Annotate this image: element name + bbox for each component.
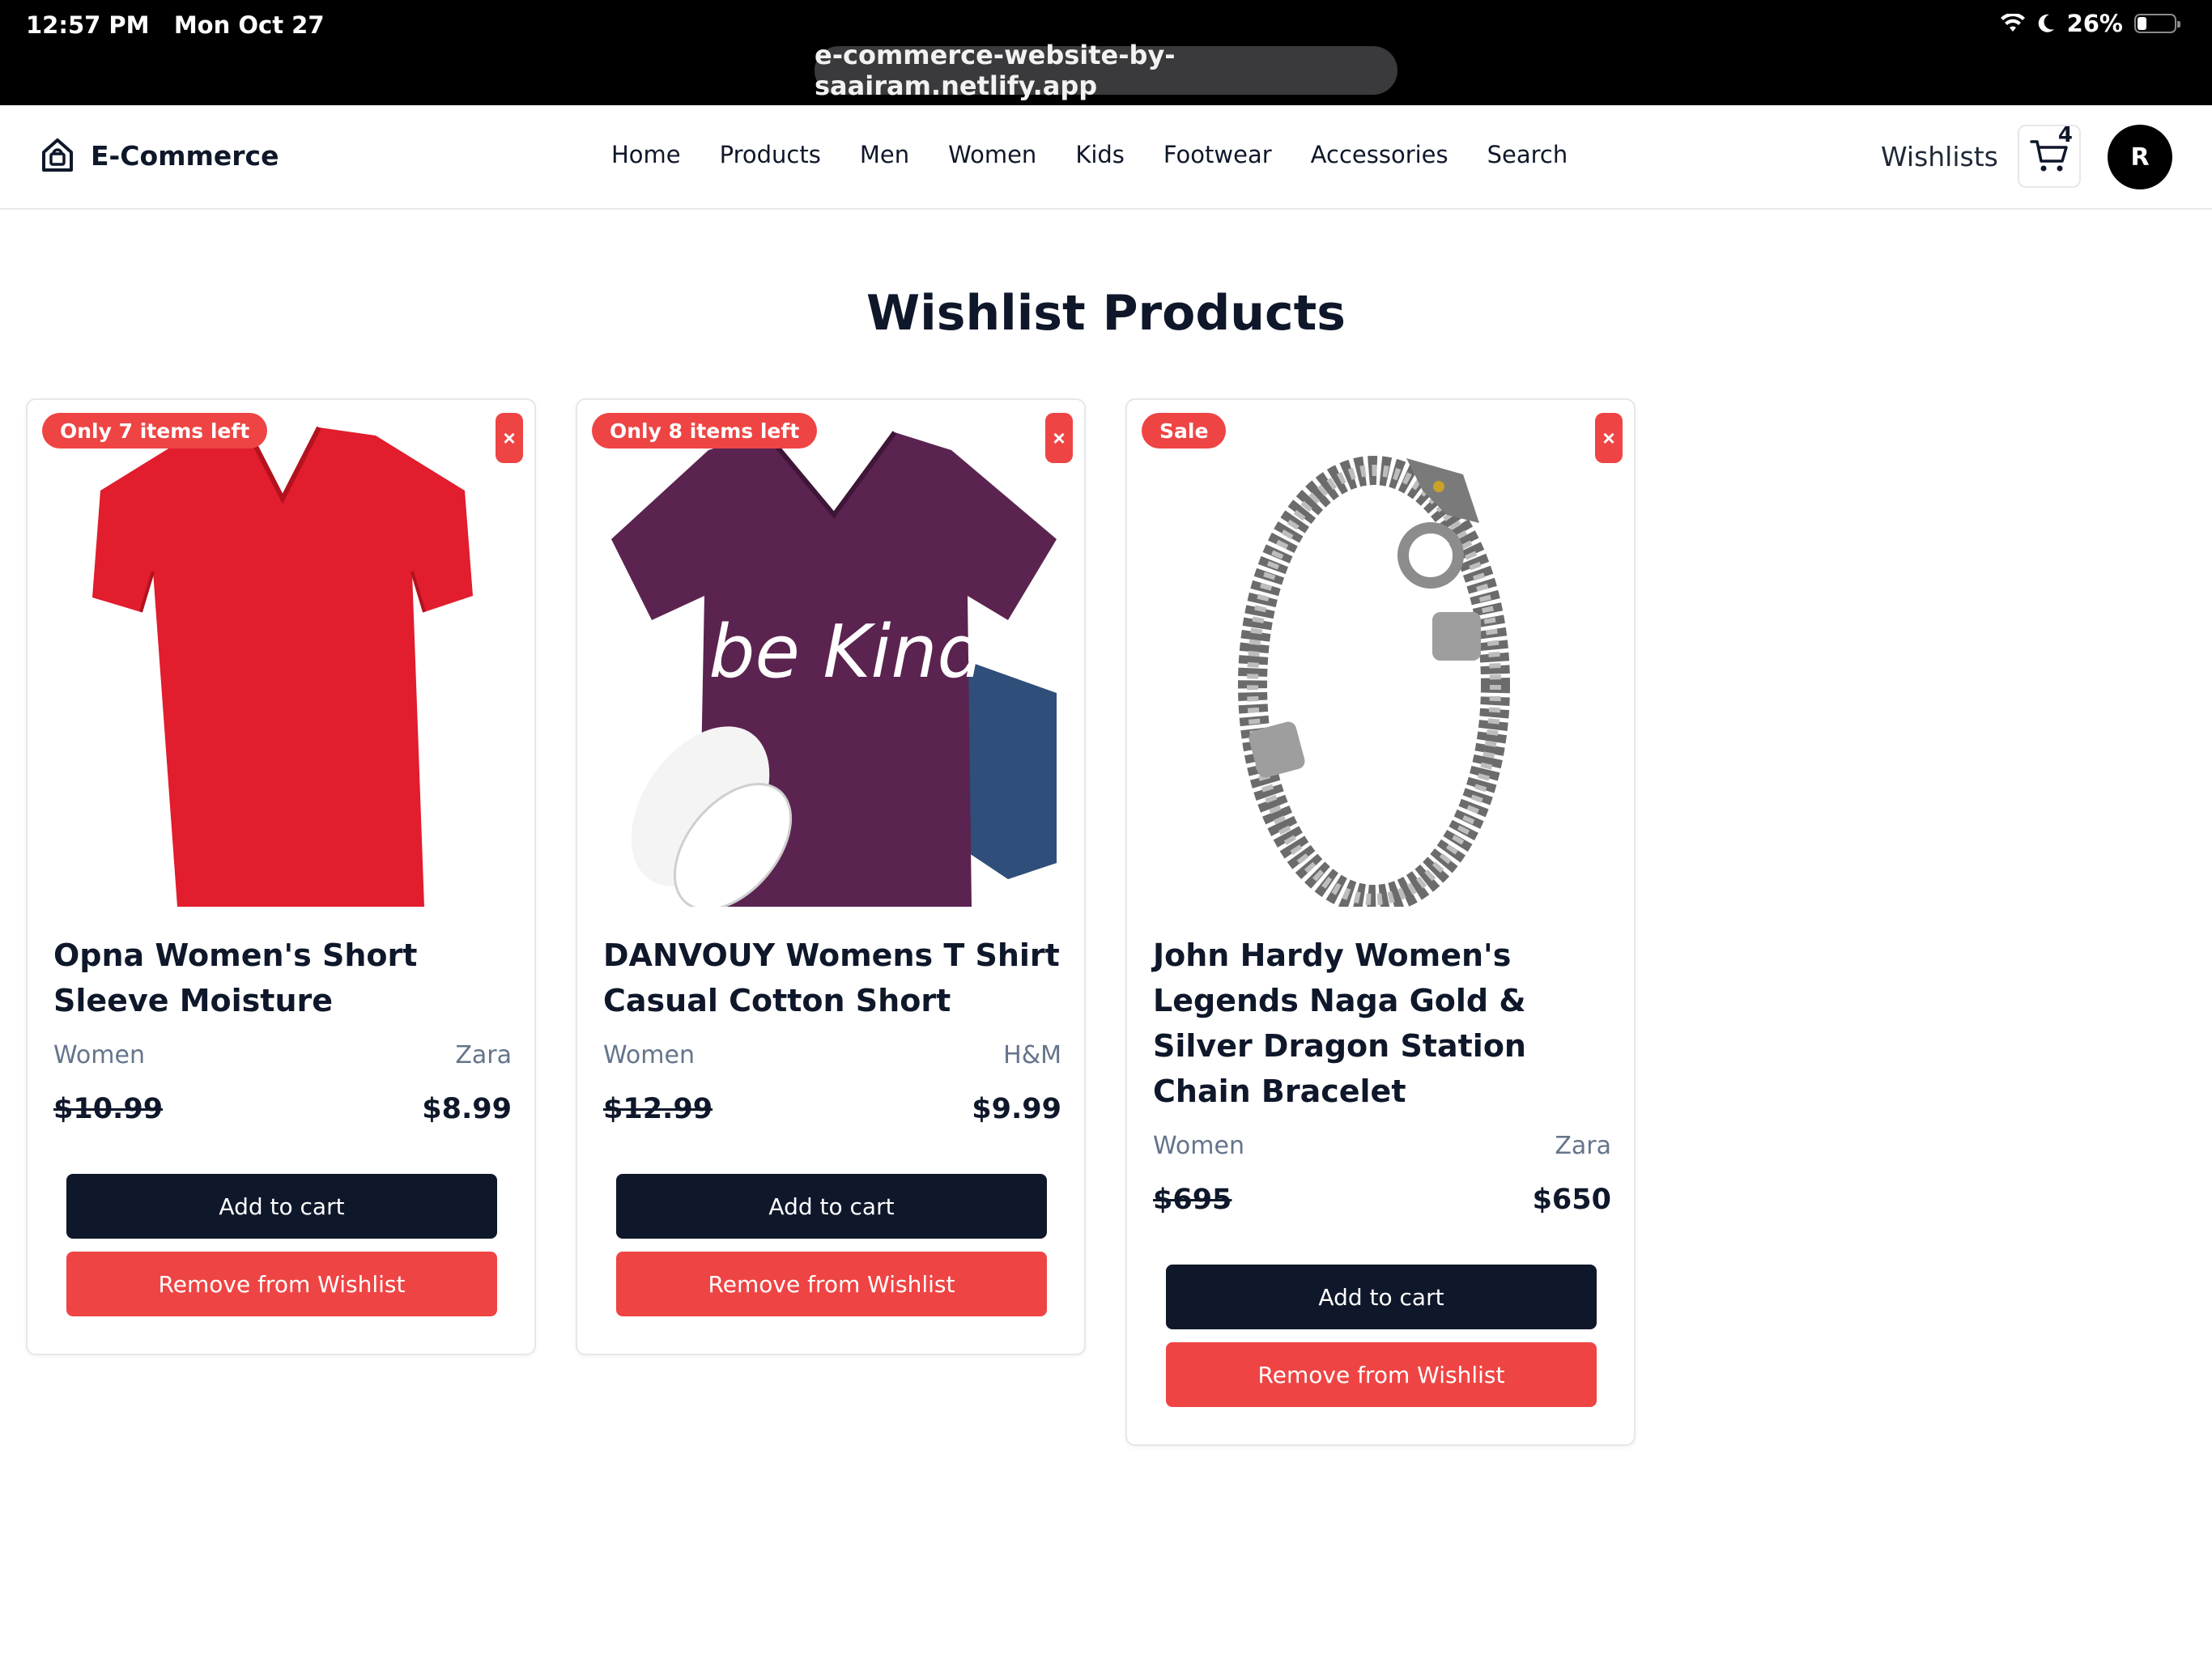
- battery-icon: [2134, 14, 2180, 33]
- url-bar[interactable]: e-commerce-website-by-saairam.netlify.ap…: [815, 40, 1397, 101]
- cart-button[interactable]: 4: [2018, 123, 2081, 188]
- product-brand: Zara: [1555, 1132, 1611, 1160]
- product-category: Women: [53, 1041, 145, 1069]
- nav-products[interactable]: Products: [720, 141, 821, 168]
- status-indicators: 26%: [2000, 10, 2180, 37]
- product-meta: Women H&M: [603, 1041, 1061, 1069]
- shopping-bag-home-icon: [42, 138, 73, 172]
- product-brand: H&M: [1003, 1041, 1061, 1069]
- cart-count-badge: 4: [2057, 123, 2073, 147]
- product-prices: $695 $650: [1153, 1184, 1611, 1216]
- nav-kids[interactable]: Kids: [1075, 141, 1125, 168]
- status-bar: 12:57 PM Mon Oct 27 e-commerce-website-b…: [0, 0, 2212, 105]
- product-title: John Hardy Women's Legends Naga Gold & S…: [1153, 937, 1526, 1109]
- dragon-bracelet-image: [1238, 456, 1510, 907]
- current-price: $650: [1532, 1184, 1611, 1216]
- purple-tshirt-image: be Kind: [611, 431, 1057, 907]
- nav-search[interactable]: Search: [1487, 141, 1568, 168]
- main-nav: Home Products Men Women Kids Footwear Ac…: [611, 141, 1568, 168]
- nav-women[interactable]: Women: [948, 141, 1036, 168]
- status-time-date: 12:57 PM Mon Oct 27: [26, 11, 325, 39]
- brand-name: E-Commerce: [91, 139, 279, 172]
- status-date: Mon Oct 27: [173, 11, 325, 39]
- nav-men[interactable]: Men: [860, 141, 909, 168]
- product-brand: Zara: [455, 1041, 512, 1069]
- product-meta: Women Zara: [1153, 1132, 1611, 1160]
- remove-x-button[interactable]: ×: [1595, 413, 1623, 463]
- product-image-bracelet[interactable]: [1153, 426, 1611, 907]
- user-avatar[interactable]: R: [2108, 125, 2172, 189]
- product-title: DANVOUY Womens T Shirt Casual Cotton Sho…: [603, 937, 1060, 1018]
- product-image-purple-tshirt[interactable]: be Kind: [603, 426, 1061, 907]
- remove-x-button[interactable]: ×: [1045, 413, 1073, 463]
- add-to-cart-button[interactable]: Add to cart: [616, 1174, 1047, 1239]
- nav-footwear[interactable]: Footwear: [1163, 141, 1272, 168]
- product-category: Women: [603, 1041, 695, 1069]
- stock-badge: Only 8 items left: [592, 413, 818, 449]
- product-category: Women: [1153, 1132, 1244, 1160]
- nav-accessories[interactable]: Accessories: [1311, 141, 1448, 168]
- remove-x-button[interactable]: ×: [496, 413, 523, 463]
- add-to-cart-button[interactable]: Add to cart: [1166, 1265, 1597, 1329]
- battery-percent: 26%: [2066, 10, 2123, 37]
- remove-from-wishlist-button[interactable]: Remove from Wishlist: [1166, 1342, 1597, 1407]
- sale-badge: Sale: [1142, 413, 1227, 449]
- add-to-cart-button[interactable]: Add to cart: [66, 1174, 497, 1239]
- product-meta: Women Zara: [53, 1041, 512, 1069]
- wishlists-link[interactable]: Wishlists: [1881, 141, 1998, 172]
- be-kind-text: be Kind: [708, 610, 984, 695]
- product-card: Sale × John Hardy Women's Legends Naga G…: [1125, 398, 1636, 1446]
- product-prices: $10.99 $8.99: [53, 1093, 512, 1125]
- product-card: Only 7 items left × Opna Women's Short S…: [26, 398, 536, 1355]
- product-title: Opna Women's Short Sleeve Moisture: [53, 937, 418, 1018]
- red-tshirt-image: [92, 426, 473, 907]
- stock-badge: Only 7 items left: [42, 413, 268, 449]
- product-image-red-tshirt[interactable]: [53, 426, 512, 907]
- remove-from-wishlist-button[interactable]: Remove from Wishlist: [616, 1252, 1047, 1316]
- old-price: $10.99: [53, 1093, 164, 1125]
- current-price: $8.99: [422, 1093, 512, 1125]
- page-title: Wishlist Products: [866, 285, 1346, 342]
- moon-icon: [2038, 14, 2054, 32]
- status-time: 12:57 PM: [26, 11, 150, 39]
- remove-from-wishlist-button[interactable]: Remove from Wishlist: [66, 1252, 497, 1316]
- product-prices: $12.99 $9.99: [603, 1093, 1061, 1125]
- nav-home[interactable]: Home: [611, 141, 681, 168]
- wifi-icon: [2000, 14, 2025, 32]
- site-header: E-Commerce Home Products Men Women Kids …: [0, 105, 2212, 210]
- product-card: be Kind Only 8 items left × DANVOUY Wome…: [576, 398, 1086, 1355]
- old-price: $695: [1153, 1184, 1232, 1216]
- brand-logo[interactable]: E-Commerce: [39, 136, 279, 175]
- current-price: $9.99: [972, 1093, 1061, 1125]
- old-price: $12.99: [603, 1093, 713, 1125]
